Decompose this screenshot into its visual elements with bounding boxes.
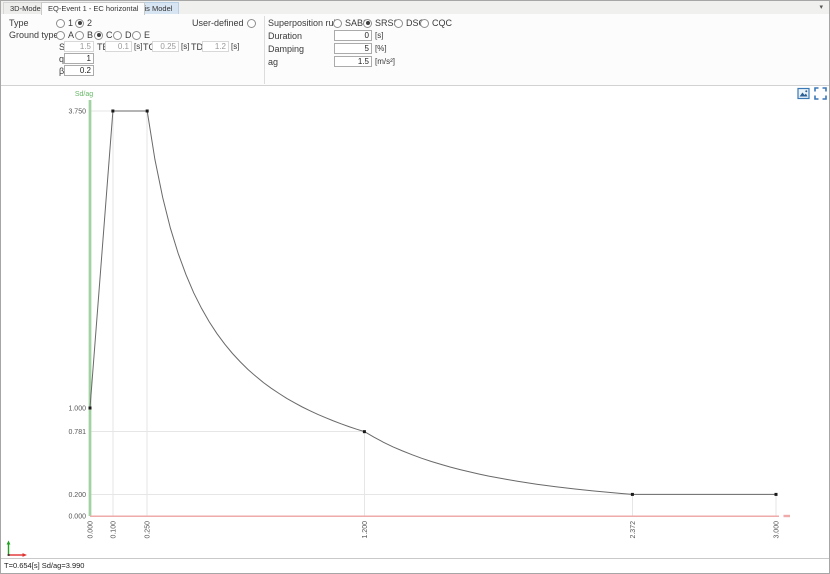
radio-circle	[94, 31, 103, 40]
svg-text:0.250: 0.250	[145, 521, 152, 539]
radio-circle	[113, 31, 122, 40]
radio-circle	[363, 19, 372, 28]
radio-label: 2	[87, 18, 92, 28]
tb-input[interactable]	[105, 41, 132, 52]
radio-label: C	[106, 30, 113, 40]
chart-area[interactable]: 3.750 1.000 0.781 0.200 0.0000.000 0.100 0.250…	[1, 86, 830, 558]
svg-text:3.750: 3.750	[68, 109, 86, 116]
fullscreen-icon[interactable]	[814, 87, 827, 100]
radio-label: E	[144, 30, 150, 40]
svg-text:1.200: 1.200	[362, 521, 369, 539]
tick-labels: 3.750 1.000 0.781 0.200 0.0000.000 0.100 0.250…	[68, 109, 780, 539]
export-image-icon[interactable]	[797, 87, 810, 100]
svg-text:0.000: 0.000	[68, 514, 86, 521]
duration-unit: [s]	[375, 31, 383, 41]
radio-circle	[75, 31, 84, 40]
ground-radio-e[interactable]: E	[132, 30, 150, 40]
q-input[interactable]	[64, 53, 94, 64]
y-axis-title: Sd/ag	[75, 91, 93, 98]
tab-eq-event-1-ec-horizontal[interactable]: EQ-Event 1 - EC horizontal	[41, 2, 145, 15]
svg-text:1.000: 1.000	[68, 406, 86, 413]
response-spectrum-chart[interactable]: 3.750 1.000 0.781 0.200 0.0000.000 0.100 0.250…	[1, 86, 830, 558]
radio-label: CQC	[432, 18, 452, 28]
tab-bar: 3D-Model EQ-Event 1 - EC horizontal Anal…	[1, 1, 829, 15]
ag-label: ag	[268, 57, 278, 67]
radio-circle	[420, 19, 429, 28]
radio-label: User-defined	[192, 18, 244, 28]
radio-circle	[56, 19, 65, 28]
axes	[89, 100, 791, 517]
damping-input[interactable]	[334, 43, 372, 54]
s-input[interactable]	[64, 41, 94, 52]
damping-label: Damping	[268, 44, 304, 54]
svg-text:0.781: 0.781	[68, 429, 86, 436]
chart-toolbar	[797, 87, 827, 100]
radio-circle	[75, 19, 84, 28]
radio-circle	[394, 19, 403, 28]
ground-radio-c[interactable]: C	[94, 30, 113, 40]
type-radio-2[interactable]: 2	[75, 18, 92, 28]
ground-radio-b[interactable]: B	[75, 30, 93, 40]
axes-orientation-icon	[4, 540, 30, 558]
user-defined-radio[interactable]: User-defined	[192, 18, 256, 28]
data-point-markers	[89, 110, 778, 496]
svg-text:0.100: 0.100	[110, 521, 117, 539]
radio-label: 1	[68, 18, 73, 28]
statusbar-divider	[1, 558, 829, 559]
type-radio-1[interactable]: 1	[56, 18, 73, 28]
cursor-readout: T=0.654[s] Sd/ag=3.990	[4, 561, 84, 571]
application-window: 3D-Model EQ-Event 1 - EC horizontal Anal…	[0, 0, 830, 574]
ground-radio-d[interactable]: D	[113, 30, 132, 40]
gridlines	[90, 111, 776, 516]
beta-input[interactable]	[64, 65, 94, 76]
tb-unit: [s]	[134, 42, 142, 52]
ag-unit: [m/s²]	[375, 57, 395, 67]
settings-panel: Type 1 2 User-defined Ground type A B C	[1, 14, 829, 86]
tc-unit: [s]	[181, 42, 189, 52]
ground-type-label: Ground type	[9, 30, 59, 40]
superposition-rule-label: Superposition rule	[268, 18, 341, 28]
spectrum-curve	[90, 111, 776, 494]
radio-circle	[333, 19, 342, 28]
tc-input[interactable]	[152, 41, 179, 52]
x-axis-end-marker	[784, 515, 791, 517]
tab-overflow-icon[interactable]: ▾	[819, 3, 823, 13]
ag-input[interactable]	[334, 56, 372, 67]
duration-input[interactable]	[334, 30, 372, 41]
svg-text:0.200: 0.200	[68, 492, 86, 499]
radio-label: B	[87, 30, 93, 40]
damping-unit: [%]	[375, 44, 387, 54]
td-unit: [s]	[231, 42, 239, 52]
ground-radio-a[interactable]: A	[56, 30, 74, 40]
type-label: Type	[9, 18, 29, 28]
svg-text:3.000: 3.000	[774, 521, 781, 539]
panel-divider	[264, 16, 265, 84]
radio-circle	[132, 31, 141, 40]
superposition-radio-cqc[interactable]: CQC	[420, 18, 452, 28]
radio-label: A	[68, 30, 74, 40]
svg-text:2.372: 2.372	[630, 521, 637, 539]
svg-text:0.000: 0.000	[88, 521, 95, 539]
duration-label: Duration	[268, 31, 302, 41]
radio-circle	[247, 19, 256, 28]
radio-label: D	[125, 30, 132, 40]
radio-circle	[56, 31, 65, 40]
td-input[interactable]	[202, 41, 229, 52]
